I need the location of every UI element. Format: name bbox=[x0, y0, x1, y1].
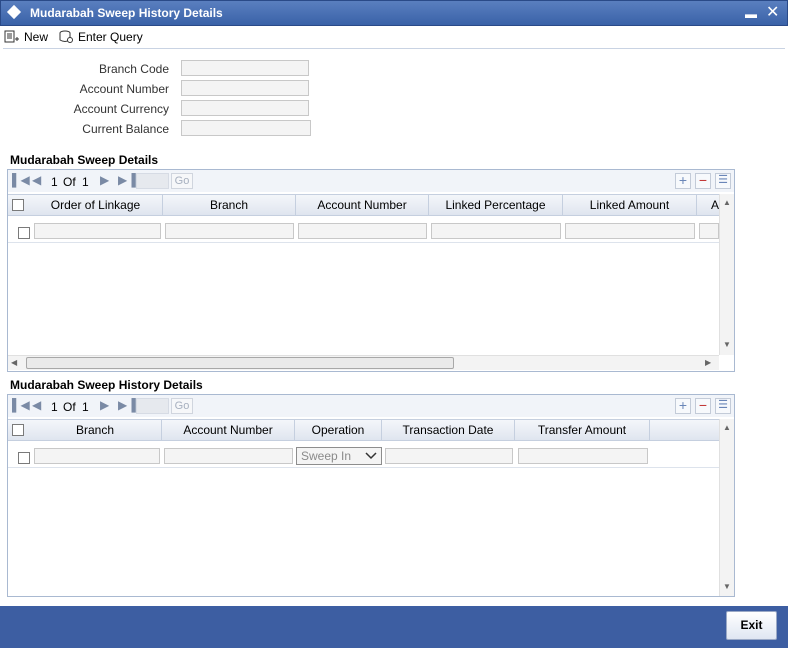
linked-amount-cell[interactable] bbox=[565, 223, 695, 239]
enter-query-label: Enter Query bbox=[78, 30, 143, 44]
scroll-down-icon[interactable]: ▼ bbox=[723, 340, 731, 349]
col-transaction-date: Transaction Date bbox=[382, 420, 515, 440]
col-truncated: A bbox=[711, 198, 719, 212]
sweep-details-vertical-scrollbar[interactable]: ▲ ▼ bbox=[719, 194, 734, 355]
last-page-icon[interactable]: ▶▐ bbox=[118, 398, 136, 412]
query-database-icon bbox=[59, 30, 73, 43]
delete-row-icon[interactable]: − bbox=[695, 173, 711, 189]
col-transfer-amount: Transfer Amount bbox=[515, 420, 650, 440]
col-branch: Branch bbox=[29, 420, 162, 440]
history-details-pagination: ▌◀ ◀ 1 Of 1 ▶ ▶▐ Go + − ☰ bbox=[8, 395, 734, 417]
col-order-of-linkage: Order of Linkage bbox=[29, 195, 163, 215]
branch-cell[interactable] bbox=[34, 448, 160, 464]
first-page-icon[interactable]: ▌◀ bbox=[12, 398, 30, 412]
col-branch: Branch bbox=[163, 195, 296, 215]
scroll-thumb[interactable] bbox=[26, 357, 454, 369]
last-page-icon[interactable]: ▶▐ bbox=[118, 173, 136, 187]
current-balance-label: Current Balance bbox=[82, 122, 169, 136]
transfer-amount-cell[interactable] bbox=[518, 448, 648, 464]
delete-row-icon[interactable]: − bbox=[695, 398, 711, 414]
order-of-linkage-cell[interactable] bbox=[34, 223, 161, 239]
current-balance-field[interactable] bbox=[181, 120, 311, 136]
total-pages: 1 bbox=[82, 175, 89, 189]
account-number-field[interactable] bbox=[181, 80, 309, 96]
sweep-details-header: Order of Linkage Branch Account Number L… bbox=[8, 194, 719, 216]
account-number-cell[interactable] bbox=[298, 223, 427, 239]
first-page-icon[interactable]: ▌◀ bbox=[12, 173, 30, 187]
of-label: Of bbox=[63, 175, 76, 189]
operation-value: Sweep In bbox=[301, 449, 352, 463]
window-title-bar: Mudarabah Sweep History Details ▬ ✕ bbox=[0, 0, 788, 26]
operation-select[interactable]: Sweep In bbox=[296, 447, 382, 465]
col-account-number: Account Number bbox=[162, 420, 295, 440]
transaction-date-cell[interactable] bbox=[385, 448, 513, 464]
window-title: Mudarabah Sweep History Details bbox=[30, 6, 223, 20]
sweep-details-grid: ▌◀ ◀ 1 Of 1 ▶ ▶▐ Go + − ☰ Order of Linka… bbox=[7, 169, 735, 372]
add-row-icon[interactable]: + bbox=[675, 398, 691, 414]
sweep-details-pagination: ▌◀ ◀ 1 Of 1 ▶ ▶▐ Go + − ☰ bbox=[8, 170, 734, 192]
close-icon[interactable]: ✕ bbox=[766, 2, 779, 22]
next-page-icon[interactable]: ▶ bbox=[100, 173, 109, 187]
linked-percentage-cell[interactable] bbox=[431, 223, 561, 239]
single-view-icon[interactable]: ☰ bbox=[715, 173, 731, 189]
current-page: 1 bbox=[51, 175, 58, 189]
row-checkbox[interactable] bbox=[18, 452, 30, 464]
account-number-cell[interactable] bbox=[164, 448, 293, 464]
toolbar: New Enter Query bbox=[0, 26, 788, 48]
minimize-icon[interactable]: ▬ bbox=[745, 7, 757, 21]
prev-page-icon[interactable]: ◀ bbox=[32, 398, 41, 412]
scroll-up-icon[interactable]: ▲ bbox=[723, 198, 731, 207]
of-label: Of bbox=[63, 400, 76, 414]
new-document-icon bbox=[4, 30, 19, 43]
select-all-checkbox[interactable] bbox=[12, 424, 24, 436]
history-details-header: Branch Account Number Operation Transact… bbox=[8, 419, 719, 441]
enter-query-button[interactable]: Enter Query bbox=[58, 28, 143, 46]
history-details-grid: ▌◀ ◀ 1 Of 1 ▶ ▶▐ Go + − ☰ Branch Account… bbox=[7, 394, 735, 597]
branch-code-label: Branch Code bbox=[98, 62, 169, 76]
add-row-icon[interactable]: + bbox=[675, 173, 691, 189]
footer-bar bbox=[0, 606, 788, 648]
history-details-vertical-scrollbar[interactable]: ▲ ▼ bbox=[719, 419, 734, 596]
scroll-up-icon[interactable]: ▲ bbox=[723, 423, 731, 432]
account-currency-field[interactable] bbox=[181, 100, 309, 116]
col-linked-percentage: Linked Percentage bbox=[429, 195, 563, 215]
branch-cell[interactable] bbox=[165, 223, 294, 239]
page-number-input[interactable] bbox=[136, 173, 169, 189]
col-operation: Operation bbox=[295, 420, 382, 440]
current-page: 1 bbox=[51, 400, 58, 414]
chevron-down-icon bbox=[365, 452, 377, 460]
sweep-details-horizontal-scrollbar[interactable]: ◀ ▶ bbox=[8, 355, 719, 370]
app-diamond-icon bbox=[6, 4, 22, 20]
exit-button[interactable]: Exit bbox=[726, 611, 777, 640]
row-divider bbox=[8, 467, 719, 468]
new-label: New bbox=[24, 30, 49, 44]
single-view-icon[interactable]: ☰ bbox=[715, 398, 731, 414]
col-linked-amount: Linked Amount bbox=[563, 195, 697, 215]
row-checkbox[interactable] bbox=[18, 227, 30, 239]
row-divider bbox=[8, 242, 719, 243]
scroll-right-icon[interactable]: ▶ bbox=[705, 358, 711, 367]
scroll-left-icon[interactable]: ◀ bbox=[11, 358, 17, 367]
branch-code-field[interactable] bbox=[181, 60, 309, 76]
prev-page-icon[interactable]: ◀ bbox=[32, 173, 41, 187]
page-number-input[interactable] bbox=[136, 398, 169, 414]
truncated-cell[interactable] bbox=[699, 223, 719, 239]
go-button[interactable]: Go bbox=[171, 173, 193, 189]
account-currency-label: Account Currency bbox=[73, 102, 169, 116]
select-all-checkbox[interactable] bbox=[12, 199, 24, 211]
history-details-title: Mudarabah Sweep History Details bbox=[10, 378, 203, 392]
next-page-icon[interactable]: ▶ bbox=[100, 398, 109, 412]
new-button[interactable]: New bbox=[4, 28, 48, 46]
go-button[interactable]: Go bbox=[171, 398, 193, 414]
scroll-down-icon[interactable]: ▼ bbox=[723, 582, 731, 591]
col-account-number: Account Number bbox=[296, 195, 429, 215]
account-number-label: Account Number bbox=[79, 82, 169, 96]
total-pages: 1 bbox=[82, 400, 89, 414]
sweep-details-title: Mudarabah Sweep Details bbox=[10, 153, 159, 167]
